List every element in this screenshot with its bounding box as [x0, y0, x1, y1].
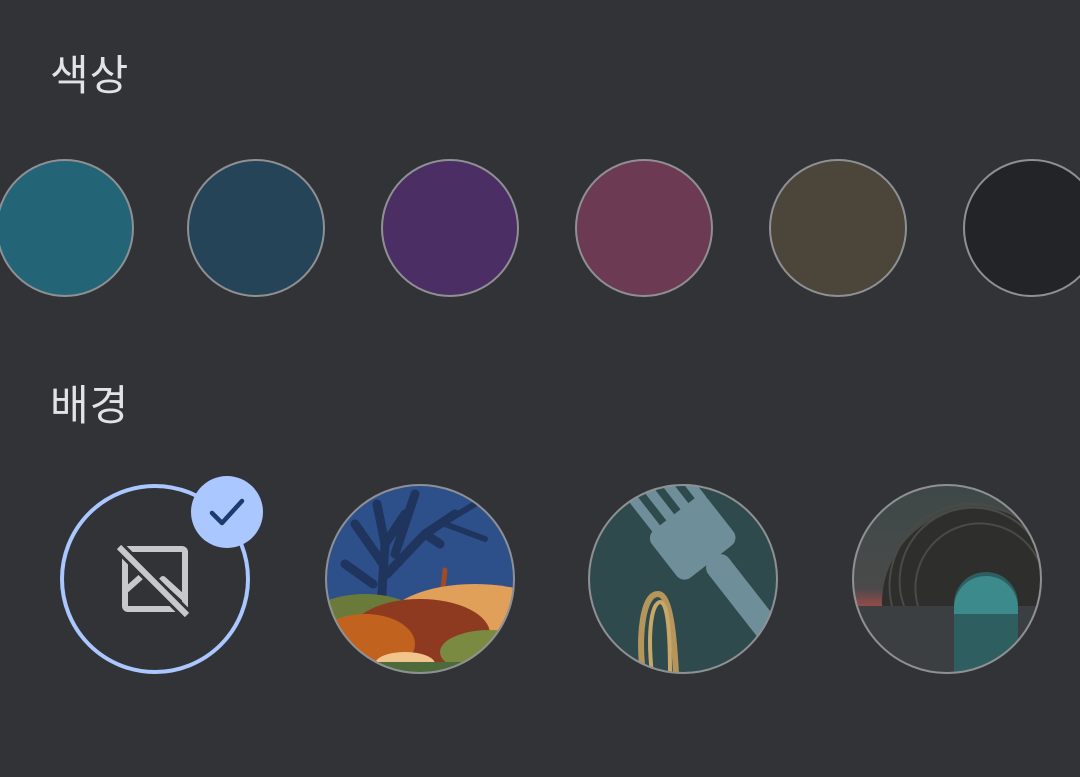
- tree-landscape-thumbnail: [325, 484, 515, 674]
- selected-check-badge: [191, 476, 263, 548]
- background-option-tunnel-arch[interactable]: [852, 484, 1042, 674]
- background-section-title: 배경: [50, 381, 130, 430]
- fork-noodles-thumbnail: [588, 484, 778, 674]
- color-swatch-wine[interactable]: [575, 159, 713, 297]
- background-option-tree-landscape[interactable]: [325, 484, 515, 674]
- background-option-none[interactable]: [60, 476, 263, 674]
- colors-section-title: 색상: [50, 51, 130, 100]
- color-swatch-charcoal[interactable]: [963, 159, 1080, 297]
- check-icon: [209, 498, 245, 526]
- color-swatch-purple[interactable]: [381, 159, 519, 297]
- color-swatch-taupe[interactable]: [769, 159, 907, 297]
- background-option-fork-noodles[interactable]: [588, 484, 778, 674]
- image-off-icon: [117, 541, 193, 617]
- color-swatch-teal[interactable]: [0, 159, 134, 297]
- color-swatch-slate-blue[interactable]: [187, 159, 325, 297]
- tunnel-arch-thumbnail: [852, 484, 1042, 674]
